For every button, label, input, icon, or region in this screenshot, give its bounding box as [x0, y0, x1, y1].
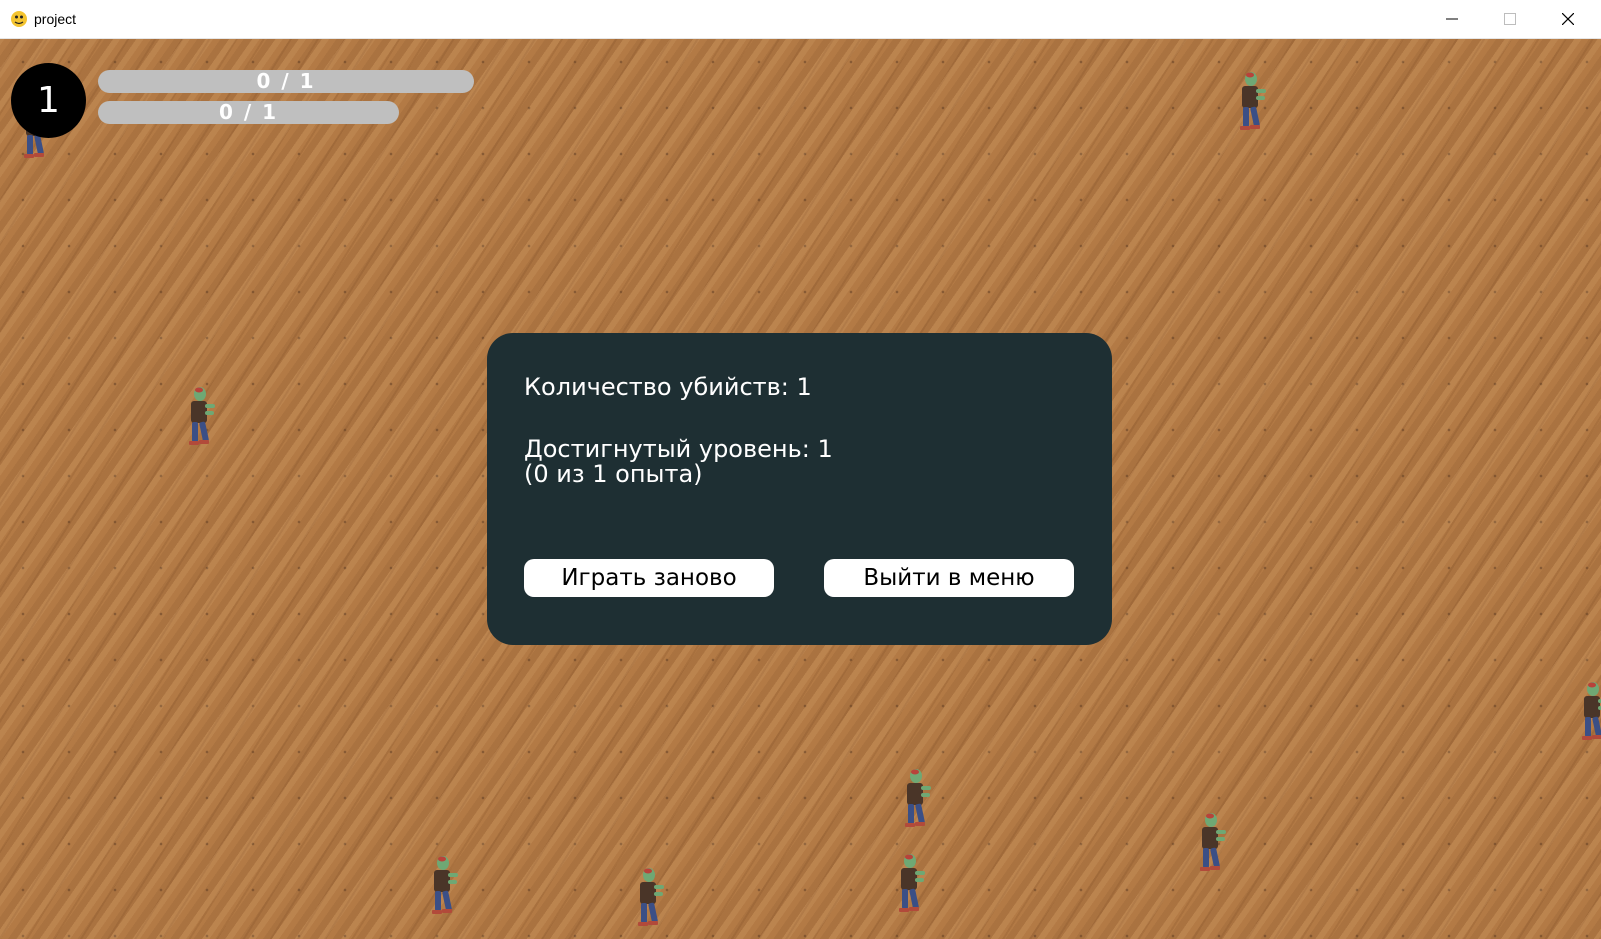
window-title: project: [34, 11, 77, 27]
experience-text: (0 из 1 опыта): [524, 460, 703, 488]
play-again-button[interactable]: Играть заново: [524, 559, 774, 597]
experience-bar: 0 / 1: [98, 101, 399, 124]
game-field: 1 0 / 1 0 / 1 Количество убийств: 1 Дост…: [0, 39, 1601, 939]
zombie-sprite: [1574, 679, 1601, 745]
zombie-sprite: [630, 865, 664, 931]
zombie-sprite: [1192, 810, 1226, 876]
game-over-dialog: Количество убийств: 1 Достигнутый уровен…: [487, 333, 1112, 645]
minimize-button[interactable]: [1423, 0, 1481, 38]
zombie-sprite: [1232, 69, 1266, 135]
python-snake-icon: [11, 11, 27, 27]
zombie-sprite: [181, 384, 215, 450]
minimize-icon: [1446, 18, 1458, 20]
exit-to-menu-button[interactable]: Выйти в меню: [824, 559, 1074, 597]
game-window: project 1 0 / 1 0 / 1 Количество убийств…: [0, 0, 1601, 939]
zombie-sprite: [897, 766, 931, 832]
kills-count-text: Количество убийств: 1: [524, 373, 812, 401]
level-badge: 1: [11, 63, 86, 138]
zombie-sprite: [891, 851, 925, 917]
reached-level-text: Достигнутый уровень: 1: [524, 435, 833, 463]
zombie-sprite: [424, 853, 458, 919]
maximize-icon: [1504, 13, 1516, 25]
maximize-button[interactable]: [1481, 0, 1539, 38]
close-icon: [1562, 13, 1574, 25]
health-bar: 0 / 1: [98, 70, 474, 93]
title-bar: project: [0, 0, 1601, 39]
close-button[interactable]: [1539, 0, 1597, 38]
